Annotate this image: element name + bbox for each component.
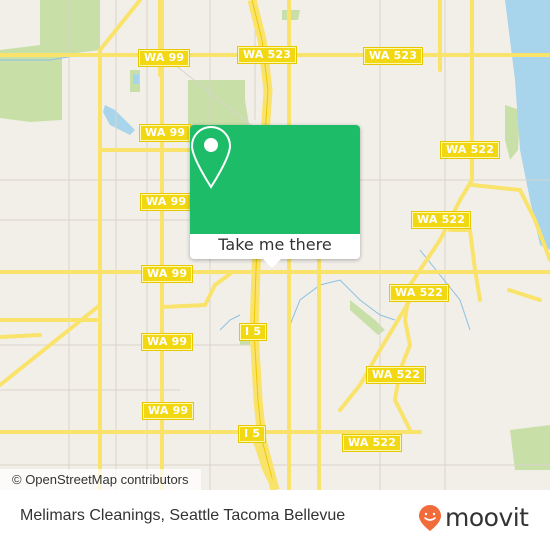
place-title: Melimars Cleanings, Seattle Tacoma Belle…: [20, 507, 346, 524]
park-area: [188, 80, 250, 130]
lake: [133, 74, 139, 84]
park-area: [510, 425, 550, 470]
map-attribution[interactable]: © OpenStreetMap contributors: [0, 469, 201, 490]
map-pin-icon: [190, 125, 232, 189]
route-shield-wa99: WA 99: [140, 333, 194, 351]
route-shield-wa523: WA 523: [236, 46, 298, 64]
route-shield-wa99: WA 99: [139, 193, 193, 211]
moovit-logo[interactable]: moovit: [418, 503, 529, 533]
park-area: [0, 0, 100, 122]
route-shield-wa522: WA 522: [341, 434, 403, 452]
route-shield-i5: I 5: [238, 323, 268, 341]
moovit-pin-icon: [419, 505, 441, 531]
route-shield-wa99: WA 99: [138, 124, 192, 142]
route-shield-wa522: WA 522: [388, 284, 450, 302]
map-view[interactable]: WA 99 WA 523 WA 523 WA 99 WA 522 WA 99 W…: [0, 0, 550, 490]
route-shield-wa522: WA 522: [439, 141, 501, 159]
footer-bar: Melimars Cleanings, Seattle Tacoma Belle…: [0, 490, 550, 550]
lake: [103, 105, 135, 135]
route-shield-wa522: WA 522: [365, 366, 427, 384]
take-me-there-popup[interactable]: Take me there: [190, 125, 360, 268]
popup-pointer: [263, 259, 281, 268]
take-me-there-button[interactable]: Take me there: [190, 234, 360, 259]
route-shield-wa523: WA 523: [362, 47, 424, 65]
route-shield-wa99: WA 99: [141, 402, 195, 420]
popup-header: [190, 125, 360, 234]
route-shield-wa522: WA 522: [410, 211, 472, 229]
route-shield-i5: I 5: [237, 425, 267, 443]
route-shield-wa99: WA 99: [137, 49, 191, 67]
moovit-wordmark: moovit: [445, 503, 529, 532]
route-shield-wa99: WA 99: [140, 265, 194, 283]
